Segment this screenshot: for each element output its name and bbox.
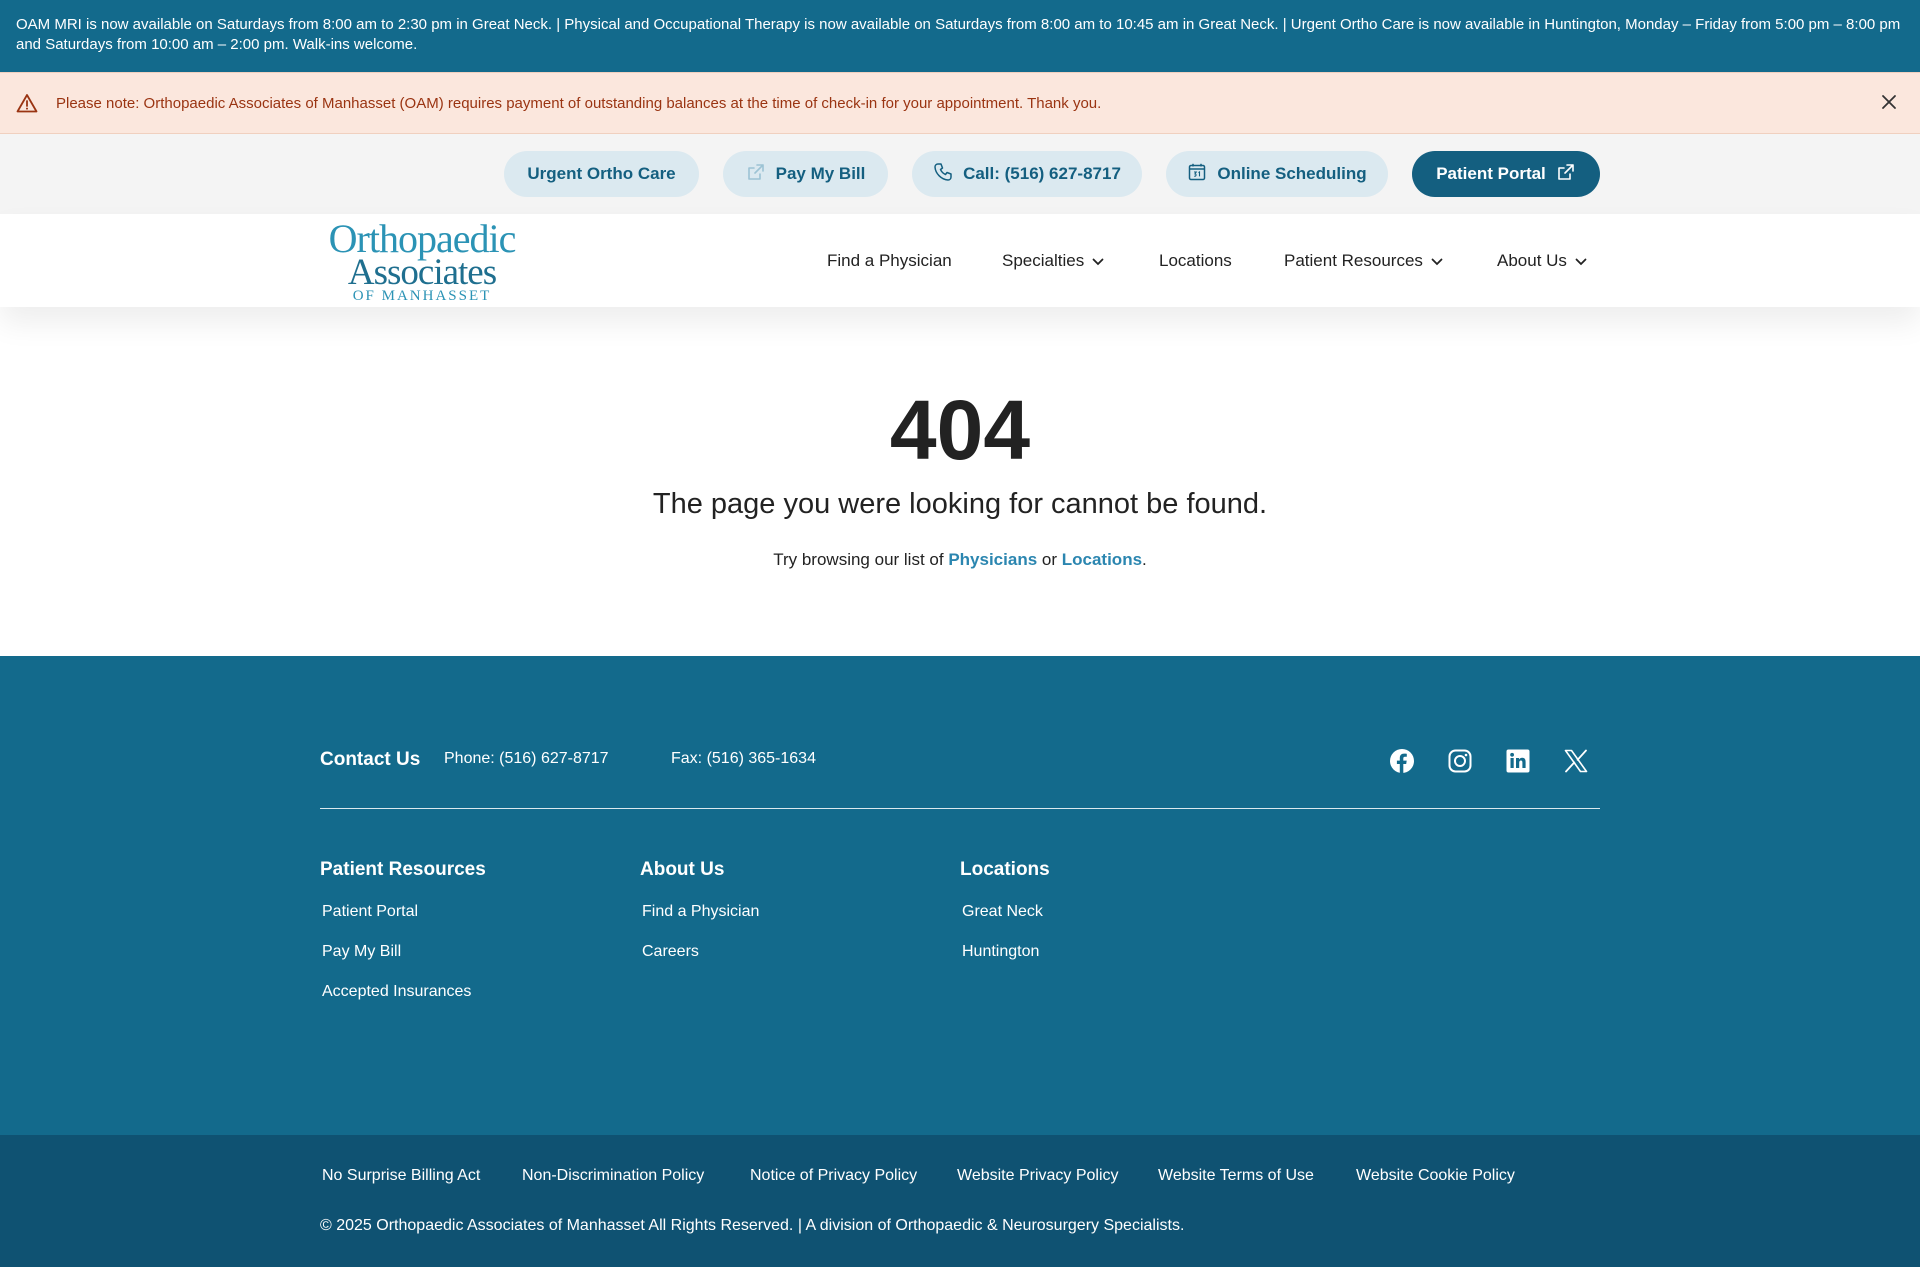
footer-link-patient-portal[interactable]: Patient Portal: [322, 901, 486, 923]
nav-about-us[interactable]: About Us: [1497, 214, 1587, 307]
payment-notice: Please note: Orthopaedic Associates of M…: [0, 72, 1920, 134]
nav-specialties-label: Specialties: [1002, 250, 1085, 270]
logo-line-2: Associates: [347, 252, 497, 293]
announcement-text: OAM MRI is now available on Saturdays fr…: [16, 16, 1901, 53]
online-scheduling-button[interactable]: Online Scheduling: [1166, 151, 1388, 197]
hint-period: .: [1142, 550, 1147, 569]
main-navigation: Orthopaedic Associates OF MANHASSET Find…: [0, 214, 1920, 307]
chevron-down-icon: [1575, 251, 1587, 271]
footer-link-pay-my-bill[interactable]: Pay My Bill: [322, 941, 486, 963]
nav-specialties[interactable]: Specialties: [1002, 214, 1104, 307]
nav-patient-resources-label: Patient Resources: [1284, 250, 1423, 270]
call-label: Call: (516) 627-8717: [963, 164, 1121, 183]
physicians-link[interactable]: Physicians: [948, 550, 1037, 569]
online-scheduling-label: Online Scheduling: [1217, 164, 1367, 183]
chevron-down-icon: [1092, 251, 1104, 271]
external-link-icon: [746, 162, 766, 187]
contact-us-heading: Contact Us: [320, 749, 421, 770]
locations-link[interactable]: Locations: [1062, 550, 1142, 569]
chevron-down-icon: [1431, 251, 1443, 271]
legal-link-website-privacy[interactable]: Website Privacy Policy: [957, 1167, 1119, 1185]
notice-text: Please note: Orthopaedic Associates of M…: [56, 94, 1102, 112]
patient-portal-label: Patient Portal: [1436, 164, 1546, 183]
pay-my-bill-label: Pay My Bill: [775, 164, 866, 183]
nav-find-a-physician[interactable]: Find a Physician: [827, 214, 952, 307]
site-logo[interactable]: Orthopaedic Associates OF MANHASSET: [322, 219, 522, 305]
pay-my-bill-button[interactable]: Pay My Bill: [723, 151, 888, 197]
footer-link-accepted-insurances[interactable]: Accepted Insurances: [322, 981, 486, 1003]
footer-column-heading: About Us: [640, 859, 725, 880]
footer-column-about-us: About Us Find a Physician Careers: [640, 859, 759, 981]
patient-portal-button[interactable]: Patient Portal: [1412, 151, 1600, 197]
footer-column-heading: Patient Resources: [320, 859, 486, 880]
footer-link-great-neck[interactable]: Great Neck: [962, 901, 1050, 923]
footer-column-heading: Locations: [960, 859, 1050, 880]
footer-fax: Fax: (516) 365-1634: [671, 750, 816, 767]
external-link-icon: [1556, 162, 1576, 187]
phone-icon: [933, 162, 953, 187]
warning-triangle-icon: [16, 92, 38, 114]
legal-link-cookie-policy[interactable]: Website Cookie Policy: [1356, 1167, 1515, 1185]
legal-link-no-surprise-billing[interactable]: No Surprise Billing Act: [322, 1167, 480, 1185]
hint-or: or: [1041, 550, 1058, 569]
hint-prefix: Try browsing our list of: [773, 550, 944, 569]
nav-patient-resources[interactable]: Patient Resources: [1284, 214, 1443, 307]
error-hint: Try browsing our list of Physicians or L…: [0, 550, 1920, 570]
footer-column-patient-resources: Patient Resources Patient Portal Pay My …: [320, 859, 486, 1021]
announcement-bar: OAM MRI is now available on Saturdays fr…: [0, 0, 1920, 72]
site-footer: Contact Us Phone: (516) 627-8717 Fax: (5…: [0, 656, 1920, 1135]
legal-link-terms-of-use[interactable]: Website Terms of Use: [1158, 1167, 1314, 1185]
utility-bar: Urgent Ortho Care Pay My Bill Call: (516…: [0, 134, 1920, 214]
error-message: The page you were looking for cannot be …: [652, 488, 1268, 520]
urgent-ortho-care-label: Urgent Ortho Care: [527, 164, 676, 183]
nav-locations-label: Locations: [1159, 250, 1232, 270]
calendar-icon: [1187, 162, 1207, 187]
footer-phone[interactable]: Phone: (516) 627-8717: [444, 750, 609, 768]
nav-about-us-label: About Us: [1497, 250, 1567, 270]
legal-bar: No Surprise Billing Act Non-Discriminati…: [0, 1135, 1920, 1267]
linkedin-icon[interactable]: [1503, 746, 1533, 776]
legal-link-notice-of-privacy[interactable]: Notice of Privacy Policy: [750, 1167, 917, 1185]
close-icon[interactable]: [1874, 87, 1904, 117]
footer-link-careers[interactable]: Careers: [642, 941, 759, 963]
x-icon[interactable]: [1561, 746, 1591, 776]
facebook-icon[interactable]: [1387, 746, 1417, 776]
footer-column-locations: Locations Great Neck Huntington: [960, 859, 1050, 981]
nav-locations[interactable]: Locations: [1159, 214, 1232, 307]
instagram-icon[interactable]: [1445, 746, 1475, 776]
nav-find-a-physician-label: Find a Physician: [827, 250, 952, 270]
footer-link-huntington[interactable]: Huntington: [962, 941, 1050, 963]
footer-divider: [320, 808, 1600, 809]
error-code: 404: [889, 383, 1031, 477]
call-button[interactable]: Call: (516) 627-8717: [912, 151, 1142, 197]
footer-link-find-a-physician[interactable]: Find a Physician: [642, 901, 759, 923]
urgent-ortho-care-button[interactable]: Urgent Ortho Care: [504, 151, 699, 197]
copyright-text: © 2025 Orthopaedic Associates of Manhass…: [320, 1217, 1185, 1234]
legal-link-non-discrimination[interactable]: Non-Discrimination Policy: [522, 1167, 704, 1185]
